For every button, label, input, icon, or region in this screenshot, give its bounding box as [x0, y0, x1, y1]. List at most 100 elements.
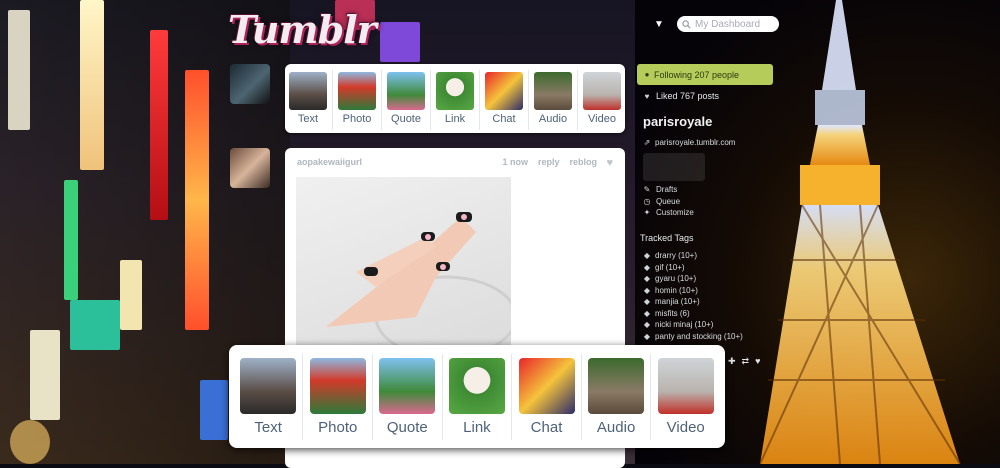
- post-type-text[interactable]: Text: [286, 72, 330, 125]
- photo-thumb-icon: [309, 358, 366, 414]
- tracked-tag[interactable]: ◆ nicki minaj (10+): [643, 319, 743, 331]
- user-avatar[interactable]: [230, 64, 270, 104]
- tracked-tag[interactable]: ◆ drarry (10+): [643, 250, 743, 262]
- divider: [650, 354, 652, 440]
- post-type-label: Video: [666, 419, 705, 436]
- reply-link[interactable]: reply: [538, 157, 560, 167]
- search-icon: [682, 19, 691, 29]
- clock-icon: ◷: [643, 196, 651, 206]
- divider: [302, 354, 304, 440]
- reblog-icon[interactable]: ⇄: [742, 356, 750, 367]
- quote-thumb-icon: [387, 72, 425, 110]
- divider: [332, 70, 333, 130]
- divider: [372, 354, 374, 440]
- post-type-bar-large: Text Photo Quote Link Chat Audio Video: [229, 345, 725, 448]
- tag-label: gif (10+): [655, 262, 685, 272]
- post-actions: 1 now reply reblog: [502, 157, 597, 167]
- post-author-avatar[interactable]: [230, 148, 270, 188]
- post-type-audio[interactable]: Audio: [531, 72, 575, 125]
- video-thumb-icon: [583, 72, 621, 110]
- tag-label: misfits (6): [655, 308, 690, 318]
- dashboard-dropdown-caret-icon[interactable]: ▼: [654, 19, 664, 30]
- divider: [479, 70, 480, 130]
- link-thumb-icon: [448, 358, 505, 414]
- queue-link[interactable]: ◷ Queue: [643, 196, 694, 208]
- post-type-label: Audio: [538, 113, 568, 125]
- tag-label: manjia (10+): [655, 297, 700, 306]
- tag-icon: ◆: [643, 274, 651, 283]
- post-type-photo-large[interactable]: Photo: [306, 358, 370, 436]
- post-type-audio-large[interactable]: Audio: [584, 358, 648, 436]
- text-thumb-icon: [240, 358, 297, 414]
- chat-thumb-icon: [485, 72, 523, 110]
- blog-links: ✎ Drafts ◷ Queue ✦ Customize: [643, 184, 694, 219]
- tracked-tag[interactable]: ◆ gif (10+): [643, 262, 743, 274]
- post-type-label: Quote: [391, 113, 421, 125]
- heart-icon[interactable]: ♥: [755, 356, 760, 367]
- person-icon: ●: [644, 70, 650, 79]
- blog-url-link[interactable]: ⇗ parisroyale.tumblr.com: [643, 138, 736, 147]
- queue-label: Queue: [656, 196, 681, 206]
- post-type-quote[interactable]: Quote: [384, 72, 428, 125]
- tag-label: drarry (10+): [655, 251, 698, 260]
- tag-icon: ◆: [643, 262, 651, 272]
- blog-url: parisroyale.tumblr.com: [655, 138, 736, 147]
- post-type-quote-large[interactable]: Quote: [375, 358, 439, 436]
- post-type-label: Link: [444, 113, 466, 125]
- divider: [577, 70, 578, 130]
- tag-label: nicki minaj (10+): [655, 320, 714, 329]
- post-type-link[interactable]: Link: [433, 72, 477, 125]
- tracked-tag[interactable]: ◆ homin (10+): [643, 285, 743, 297]
- post-username[interactable]: aopakewaiigurl: [297, 157, 362, 167]
- reblog-link[interactable]: reblog: [569, 157, 597, 167]
- post-type-label: Chat: [530, 419, 563, 436]
- post-type-label: Quote: [386, 419, 428, 436]
- tracked-tag[interactable]: ◆ manjia (10+): [643, 296, 743, 308]
- post-type-label: Audio: [596, 419, 636, 436]
- tracked-tag[interactable]: ◆ gyaru (10+): [643, 273, 743, 285]
- post-type-label: Link: [463, 419, 491, 436]
- audio-thumb-icon: [588, 358, 645, 414]
- like-heart-icon[interactable]: ♥: [606, 157, 613, 169]
- post-type-video-large[interactable]: Video: [654, 358, 718, 436]
- customize-label: Customize: [656, 208, 694, 217]
- post-type-photo[interactable]: Photo: [335, 72, 379, 125]
- customize-link[interactable]: ✦ Customize: [643, 207, 694, 219]
- post-type-text-large[interactable]: Text: [236, 358, 300, 436]
- liked-label: Liked 767 posts: [656, 91, 720, 101]
- tokyo-tower-illustration: [760, 0, 961, 464]
- tracked-tag[interactable]: ◆ panty and stocking (10+): [643, 331, 743, 343]
- post-type-label: Text: [254, 419, 282, 436]
- post-time[interactable]: 1 now: [502, 157, 528, 167]
- blurred-stats: [643, 153, 705, 181]
- tag-label: gyaru (10+): [655, 274, 697, 283]
- search-input[interactable]: My Dashboard: [677, 16, 779, 32]
- blog-name[interactable]: parisroyale: [643, 114, 712, 129]
- text-thumb-icon: [289, 72, 327, 110]
- post-type-label: Video: [588, 113, 616, 125]
- post-type-bar: Text Photo Quote Link Chat Audio Video: [285, 64, 625, 133]
- plus-icon[interactable]: ✚: [728, 356, 736, 367]
- tracked-tag[interactable]: ◆ misfits (6): [643, 308, 743, 320]
- post-control-icons: ✚ ⇄ ♥: [728, 356, 760, 367]
- search-placeholder: My Dashboard: [695, 18, 761, 30]
- liked-posts-link[interactable]: ♥ Liked 767 posts: [643, 91, 719, 101]
- tag-icon: ◆: [643, 320, 651, 329]
- post-type-label: Text: [297, 113, 319, 125]
- post-type-label: Chat: [492, 113, 516, 125]
- external-link-icon: ⇗: [643, 138, 651, 147]
- following-label: Following 207 people: [654, 69, 740, 80]
- post-type-video[interactable]: Video: [580, 72, 624, 125]
- following-count-button[interactable]: ● Following 207 people: [637, 64, 773, 85]
- tag-icon: ◆: [643, 297, 651, 306]
- post-type-link-large[interactable]: Link: [445, 358, 509, 436]
- post-type-chat-large[interactable]: Chat: [515, 358, 579, 436]
- post-type-chat[interactable]: Chat: [482, 72, 526, 125]
- post-photo[interactable]: [296, 177, 511, 347]
- tag-icon: ◆: [643, 331, 651, 341]
- tracked-tags-list: ◆ drarry (10+) ◆ gif (10+) ◆ gyaru (10+) ◆ h…: [643, 250, 743, 342]
- drafts-link[interactable]: ✎ Drafts: [643, 184, 694, 196]
- divider: [511, 354, 513, 440]
- tumblr-logo[interactable]: Tumblr: [228, 8, 377, 52]
- quote-thumb-icon: [379, 358, 436, 414]
